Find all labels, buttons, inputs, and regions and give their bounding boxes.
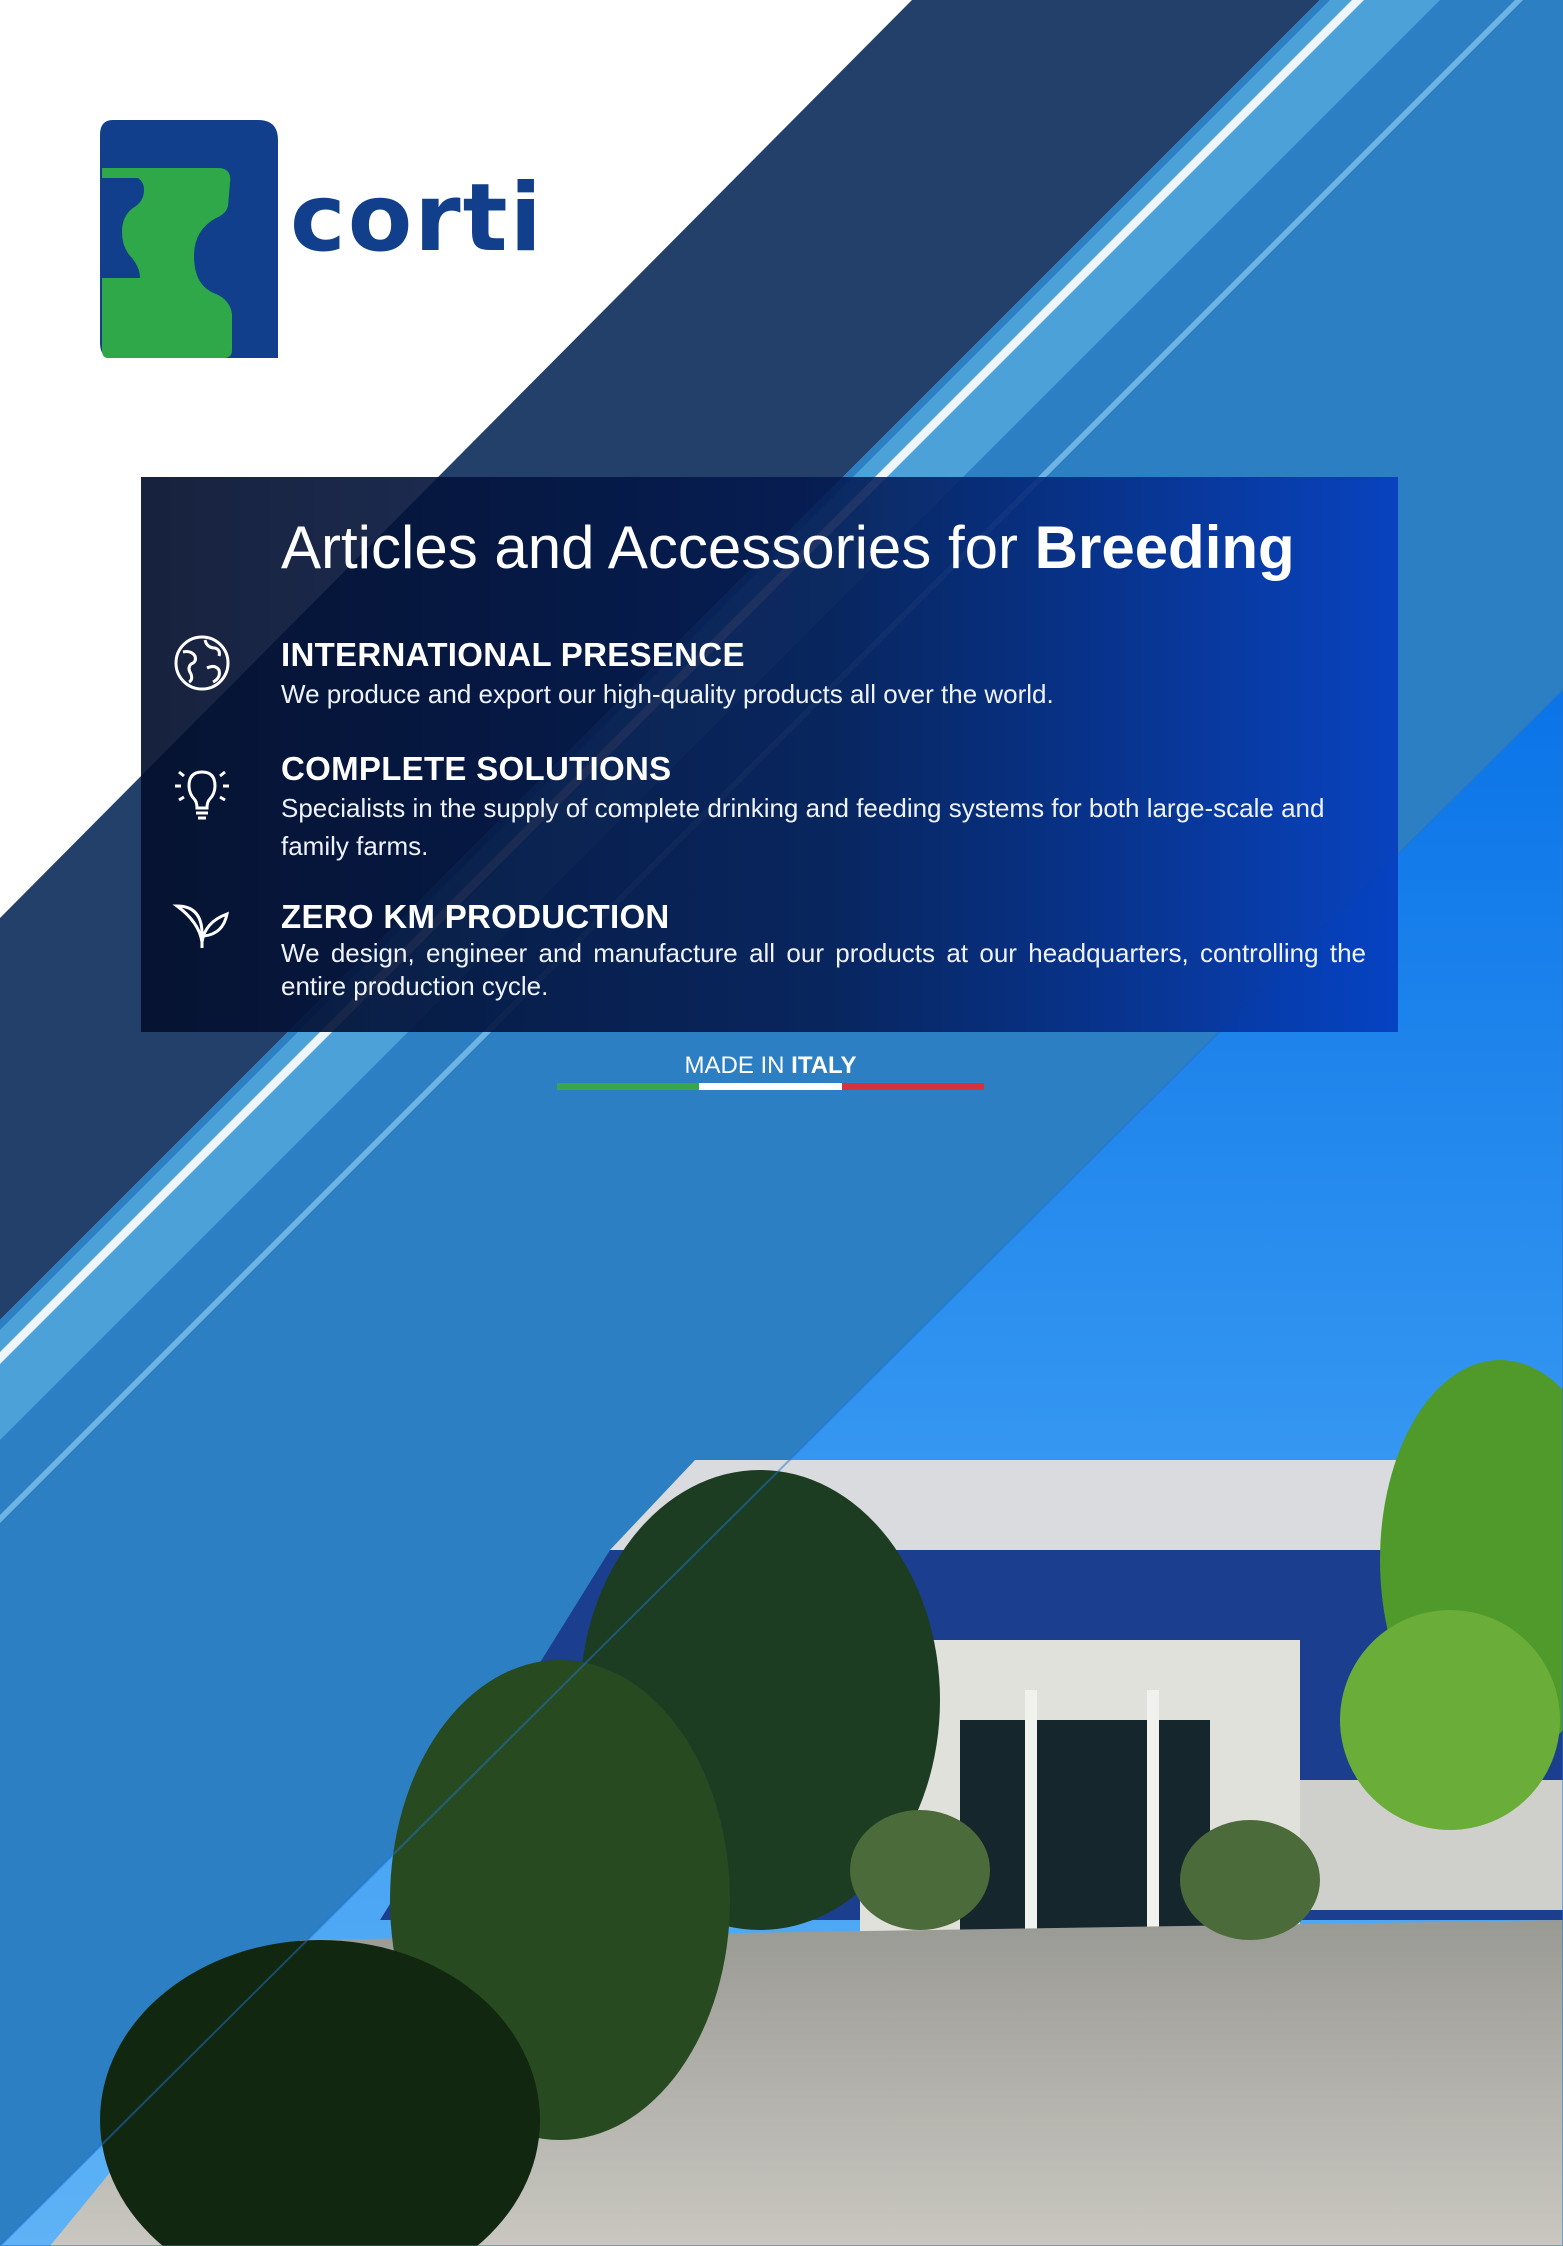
italian-flag-bar xyxy=(557,1083,984,1090)
title-regular: Articles and Accessories for xyxy=(281,514,1035,581)
logo-wordmark: corti xyxy=(290,164,544,273)
feature-international-presence: INTERNATIONAL PRESENCE We produce and ex… xyxy=(281,636,1366,713)
feature-title: ZERO KM PRODUCTION xyxy=(281,898,670,935)
made-in-regular: MADE IN xyxy=(684,1052,792,1079)
feature-zero-km-production: ZERO KM PRODUCTION We design, engineer a… xyxy=(281,898,1366,1003)
feature-text: We design, engineer and manufacture all … xyxy=(281,938,1366,1002)
lightbulb-icon xyxy=(175,770,229,820)
globe-icon xyxy=(174,635,230,691)
made-in-italy-label: MADE IN ITALY xyxy=(557,1052,984,1080)
page-title: Articles and Accessories for Breeding xyxy=(281,515,1371,581)
feature-text: We produce and export our high-quality p… xyxy=(281,679,1054,710)
title-bold: Breeding xyxy=(1034,514,1295,581)
flag-green xyxy=(557,1083,700,1090)
feature-title: INTERNATIONAL PRESENCE xyxy=(281,636,745,673)
flag-white xyxy=(699,1083,842,1090)
info-panel: Articles and Accessories for Breeding IN… xyxy=(141,477,1398,1032)
leaf-icon xyxy=(172,904,229,948)
made-in-bold: ITALY xyxy=(791,1052,857,1079)
feature-complete-solutions: COMPLETE SOLUTIONS Specialists in the su… xyxy=(281,750,1366,865)
flag-red xyxy=(841,1083,984,1090)
feature-title: COMPLETE SOLUTIONS xyxy=(281,750,672,787)
feature-text: Specialists in the supply of complete dr… xyxy=(281,793,1325,862)
